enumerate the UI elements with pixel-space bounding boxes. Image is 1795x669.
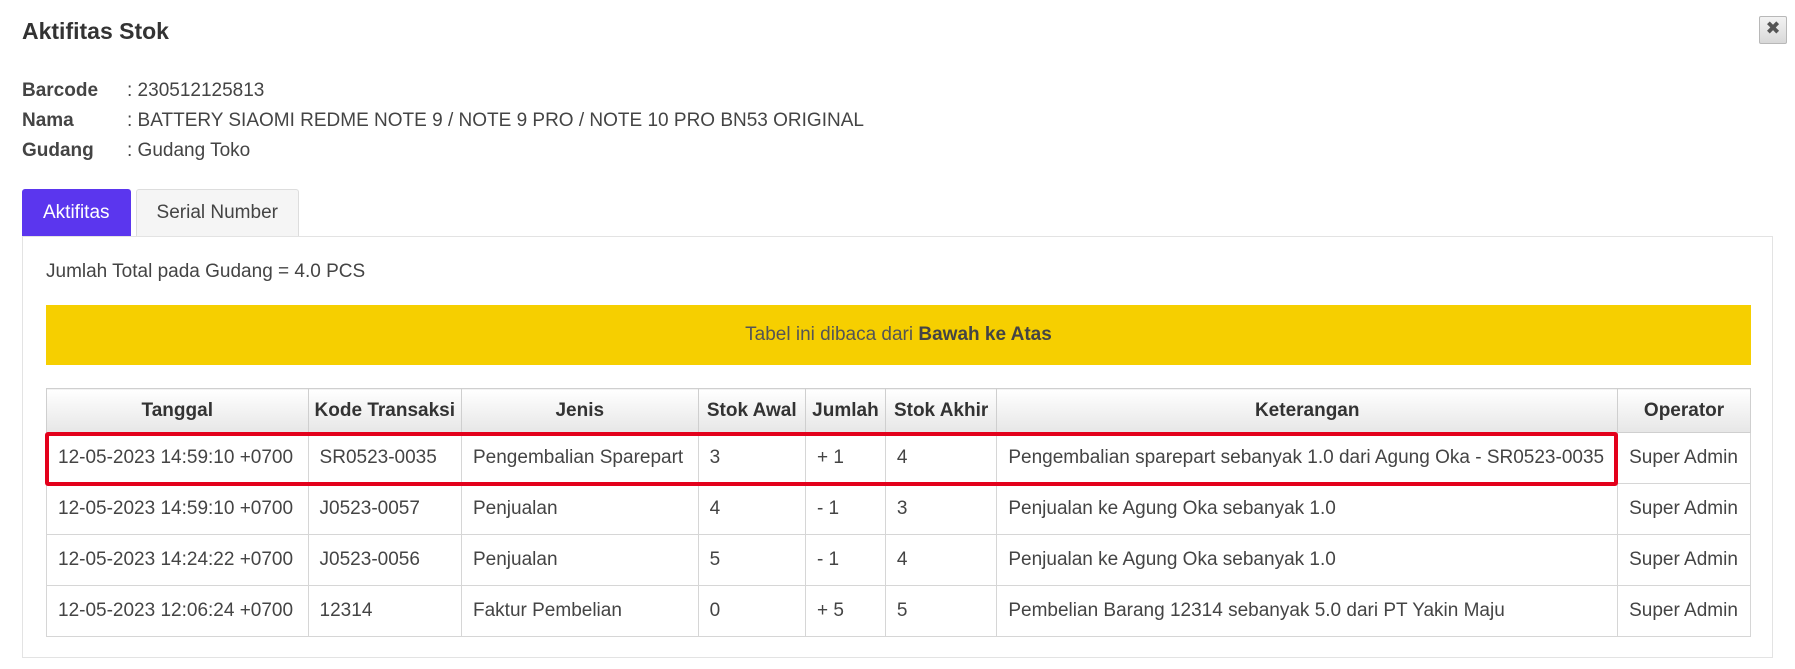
read-direction-notice: Tabel ini dibaca dari Bawah ke Atas	[46, 305, 1751, 365]
cell-stok-awal: 3	[697, 432, 806, 484]
total-stock-text: Jumlah Total pada Gudang = 4.0 PCS	[46, 261, 366, 282]
cell-keterangan: Pembelian Barang 12314 sebanyak 5.0 dari…	[996, 585, 1619, 637]
cell-tanggal: 12-05-2023 14:59:10 +0700	[46, 483, 309, 535]
tab-panel: Jumlah Total pada Gudang = 4.0 PCS Tabel…	[22, 236, 1773, 658]
info-value: : 230512125813	[127, 80, 265, 101]
cell-stok-awal: 0	[697, 585, 806, 637]
cell-stok-awal: 4	[697, 483, 806, 535]
col-jenis: Jenis	[461, 388, 699, 433]
col-tanggal: Tanggal	[46, 388, 309, 433]
stock-activity-modal: Aktifitas Stok ✖ Barcode : 230512125813 …	[0, 0, 1795, 669]
cell-kode-transaksi: J0523-0057	[307, 483, 463, 535]
cell-operator: Super Admin	[1617, 432, 1751, 484]
col-kode-transaksi: Kode Transaksi	[307, 388, 463, 433]
col-operator: Operator	[1617, 388, 1751, 433]
cell-kode-transaksi: J0523-0056	[307, 534, 463, 586]
col-keterangan: Keterangan	[996, 388, 1619, 433]
table-row: 12-05-2023 12:06:24 +0700 12314 Faktur P…	[46, 585, 1751, 637]
stock-activity-table: Tanggal Kode Transaksi Jenis Stok Awal J…	[46, 388, 1751, 637]
modal-title: Aktifitas Stok	[22, 18, 169, 44]
cell-tanggal: 12-05-2023 12:06:24 +0700	[46, 585, 309, 637]
cell-jenis: Pengembalian Sparepart	[461, 432, 699, 484]
cell-operator: Super Admin	[1617, 585, 1751, 637]
info-label: Nama	[22, 110, 74, 131]
info-row-barcode: Barcode : 230512125813	[22, 76, 864, 106]
tab-aktifitas[interactable]: Aktifitas	[22, 189, 131, 237]
table-row: 12-05-2023 14:59:10 +0700 SR0523-0035 Pe…	[46, 432, 1751, 484]
cell-stok-akhir: 3	[884, 483, 998, 535]
table-row: 12-05-2023 14:24:22 +0700 J0523-0056 Pen…	[46, 534, 1751, 586]
close-icon[interactable]: ✖	[1759, 16, 1787, 44]
cell-stok-akhir: 4	[884, 432, 998, 484]
info-row-gudang: Gudang : Gudang Toko	[22, 136, 864, 166]
cell-jenis: Penjualan	[461, 534, 699, 586]
cell-jenis: Penjualan	[461, 483, 699, 535]
cell-operator: Super Admin	[1617, 534, 1751, 586]
cell-jumlah: + 5	[804, 585, 886, 637]
info-row-nama: Nama : BATTERY SIAOMI REDME NOTE 9 / NOT…	[22, 106, 864, 136]
info-value: : Gudang Toko	[127, 140, 251, 161]
info-value: : BATTERY SIAOMI REDME NOTE 9 / NOTE 9 P…	[127, 110, 864, 131]
cell-keterangan: Penjualan ke Agung Oka sebanyak 1.0	[996, 483, 1619, 535]
cell-jenis: Faktur Pembelian	[461, 585, 699, 637]
cell-stok-akhir: 4	[884, 534, 998, 586]
cell-jumlah: - 1	[804, 483, 886, 535]
cell-stok-akhir: 5	[884, 585, 998, 637]
col-stok-awal: Stok Awal	[697, 388, 806, 433]
tab-serial-number[interactable]: Serial Number	[135, 189, 299, 237]
cell-jumlah: - 1	[804, 534, 886, 586]
info-label: Barcode	[22, 80, 99, 101]
notice-bold-text: Bawah ke Atas	[918, 324, 1052, 345]
item-info: Barcode : 230512125813 Nama : BATTERY SI…	[22, 76, 864, 166]
cell-keterangan: Penjualan ke Agung Oka sebanyak 1.0	[996, 534, 1619, 586]
tab-bar: Aktifitas Serial Number	[22, 189, 304, 237]
col-jumlah: Jumlah	[804, 388, 886, 433]
cell-tanggal: 12-05-2023 14:24:22 +0700	[46, 534, 309, 586]
cell-keterangan: Pengembalian sparepart sebanyak 1.0 dari…	[996, 432, 1619, 484]
cell-kode-transaksi: 12314	[307, 585, 463, 637]
cell-jumlah: + 1	[804, 432, 886, 484]
notice-text: Tabel ini dibaca dari	[745, 324, 919, 345]
info-label: Gudang	[22, 140, 94, 161]
cell-operator: Super Admin	[1617, 483, 1751, 535]
cell-kode-transaksi: SR0523-0035	[307, 432, 463, 484]
cell-tanggal: 12-05-2023 14:59:10 +0700	[46, 432, 309, 484]
col-stok-akhir: Stok Akhir	[884, 388, 998, 433]
cell-stok-awal: 5	[697, 534, 806, 586]
table-row: 12-05-2023 14:59:10 +0700 J0523-0057 Pen…	[46, 483, 1751, 535]
table-header-row: Tanggal Kode Transaksi Jenis Stok Awal J…	[46, 388, 1751, 433]
